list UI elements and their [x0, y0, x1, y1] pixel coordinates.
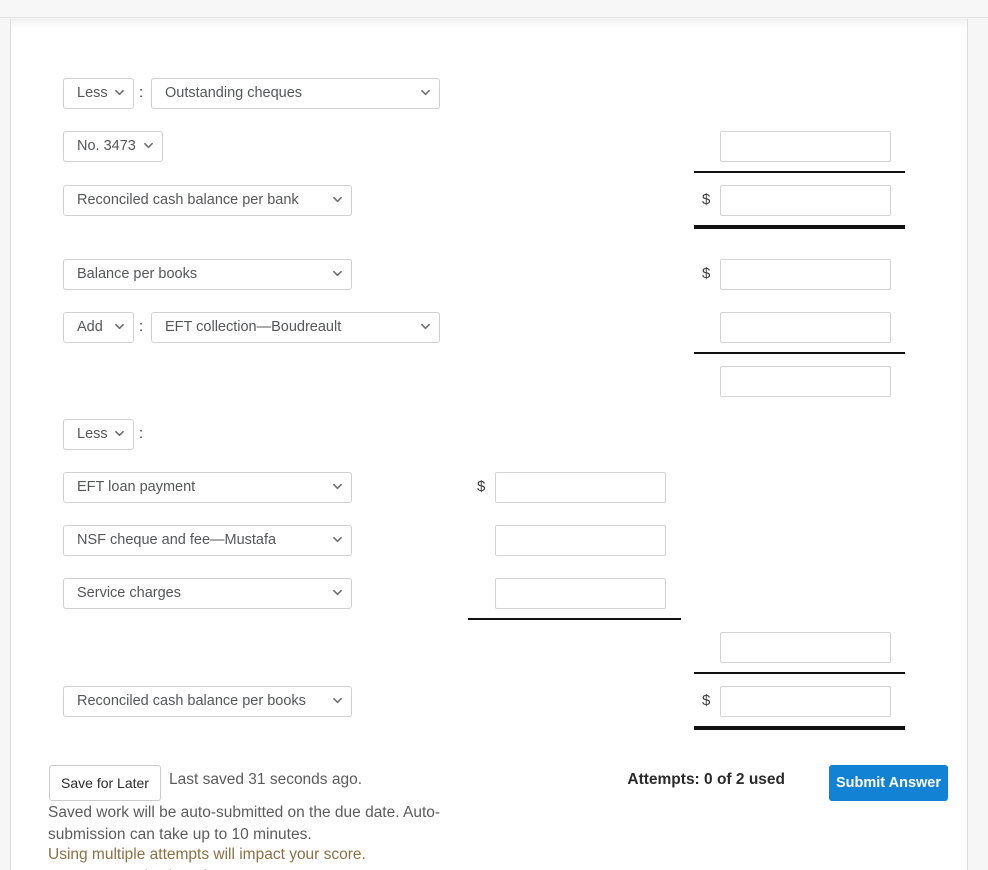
select-value: No. 3473 [77, 138, 136, 154]
select-value: Less [77, 426, 108, 442]
select-value: Add [77, 319, 103, 335]
multiple-attempts-warning: Using multiple attempts will impact your… [48, 846, 366, 863]
chevron-down-icon [333, 482, 342, 491]
rule-books-add [694, 352, 905, 354]
amount-input-amt-books-reconciled[interactable] [720, 686, 891, 717]
exercise-page: Less: Outstanding cheques No. 3473 Reconcil… [0, 0, 988, 870]
rule-less-subtotal [468, 618, 681, 620]
amount-input-amt-less-service[interactable] [495, 578, 666, 609]
select-r10-item[interactable]: Reconciled cash balance per books [63, 686, 352, 717]
chevron-down-icon [333, 535, 342, 544]
currency-symbol: $ [477, 478, 486, 495]
select-value: Balance per books [77, 266, 198, 282]
amount-input-amt-books-subtotal[interactable] [720, 366, 891, 397]
select-r5-op[interactable]: Add [63, 312, 134, 343]
select-value: NSF cheque and fee—Mustafa [77, 532, 277, 548]
chevron-down-icon [333, 195, 342, 204]
select-r7-item[interactable]: EFT loan payment [63, 472, 352, 503]
chevron-down-icon [115, 429, 124, 438]
amount-input-amt-books-add[interactable] [720, 312, 891, 343]
select-r1-item[interactable]: Outstanding cheques [151, 78, 440, 109]
chevron-down-icon [421, 322, 430, 331]
select-value: EFT loan payment [77, 479, 196, 495]
colon-separator: : [139, 425, 144, 442]
chevron-down-icon [421, 88, 430, 97]
select-r9-item[interactable]: Service charges [63, 578, 352, 609]
select-value: Reconciled cash balance per bank [77, 192, 299, 208]
colon-separator: : [139, 84, 144, 101]
chevron-down-icon [115, 88, 124, 97]
amount-input-amt-bank-outstanding[interactable] [720, 131, 891, 162]
select-value: Service charges [77, 585, 181, 601]
chevron-down-icon [333, 269, 342, 278]
chevron-down-icon [333, 588, 342, 597]
chevron-down-icon [333, 696, 342, 705]
select-value: Less [77, 85, 108, 101]
rule-books-subtotal [694, 672, 905, 674]
chevron-down-icon [115, 322, 124, 331]
rule-bank-subtotal [694, 171, 905, 173]
panel-top-shadow [11, 19, 967, 29]
select-r1-op[interactable]: Less [63, 78, 134, 109]
amount-input-amt-less-total[interactable] [720, 632, 891, 663]
attempts-counter: Attempts: 0 of 2 used [627, 771, 785, 788]
chevron-down-icon [144, 141, 153, 150]
select-value: Reconciled cash balance per books [77, 693, 306, 709]
amount-input-amt-bank-reconciled[interactable] [720, 185, 891, 216]
select-r4-item[interactable]: Balance per books [63, 259, 352, 290]
select-r5-item[interactable]: EFT collection—Boudreault [151, 312, 440, 343]
top-bar [0, 0, 988, 18]
auto-submit-note: Saved work will be auto-submitted on the… [48, 804, 441, 843]
select-r8-item[interactable]: NSF cheque and fee—Mustafa [63, 525, 352, 556]
rule-books-total [694, 726, 905, 730]
last-saved-status: Last saved 31 seconds ago. [169, 771, 363, 788]
select-r3-item[interactable]: Reconciled cash balance per bank [63, 185, 352, 216]
content-panel: Less: Outstanding cheques No. 3473 Reconcil… [10, 19, 968, 870]
amount-input-amt-less-eft-loan[interactable] [495, 472, 666, 503]
currency-symbol: $ [702, 191, 711, 208]
currency-symbol: $ [702, 692, 711, 709]
save-for-later-button[interactable]: Save for Later [49, 765, 161, 801]
colon-separator: : [139, 318, 144, 335]
select-value: EFT collection—Boudreault [165, 319, 342, 335]
amount-input-amt-books-balance[interactable] [720, 259, 891, 290]
submit-answer-button[interactable]: Submit Answer [829, 765, 948, 801]
amount-input-amt-less-nsf[interactable] [495, 525, 666, 556]
select-r2-item[interactable]: No. 3473 [63, 131, 163, 162]
currency-symbol: $ [702, 265, 711, 282]
rule-bank-total [694, 225, 905, 229]
select-value: Outstanding cheques [165, 85, 303, 101]
select-r6-op[interactable]: Less [63, 419, 134, 450]
